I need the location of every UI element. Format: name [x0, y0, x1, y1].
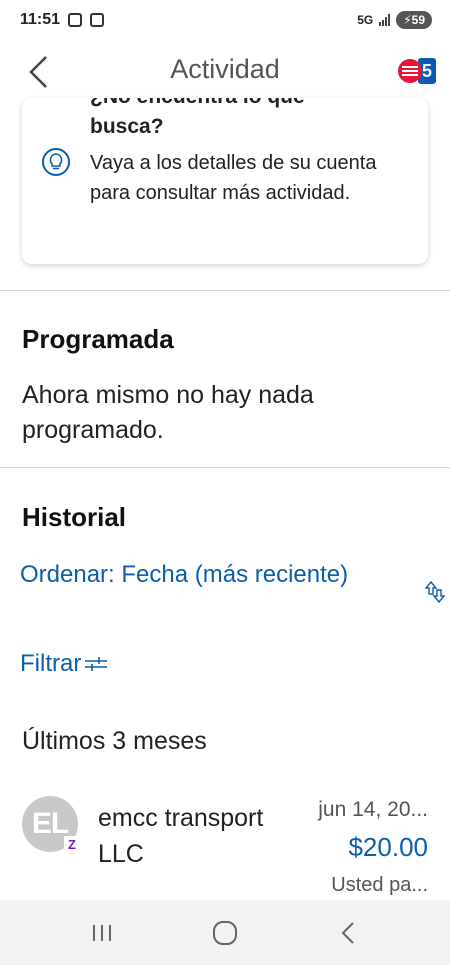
period-label: Últimos 3 meses: [22, 727, 207, 755]
status-time: 11:51: [20, 11, 61, 28]
battery-indicator: ⚡59: [396, 11, 432, 29]
divider: [0, 467, 450, 468]
back-icon: [341, 921, 355, 944]
system-nav-bar: [0, 900, 450, 965]
signal-icon: [379, 14, 391, 26]
network-label: 5G: [357, 13, 374, 27]
filter-icon: [85, 657, 108, 671]
card-title-text: busca?: [90, 115, 164, 138]
scheduled-heading: Programada: [22, 324, 174, 354]
recent-apps-icon: [92, 924, 111, 941]
scheduled-message: Ahora mismo no hay nada programado.: [22, 381, 314, 444]
app-header: Actividad 5: [0, 40, 450, 104]
home-button[interactable]: [195, 908, 255, 958]
logo-icon: [397, 59, 422, 83]
info-card: ¿No encuentra lo que busca? Vaya a los d…: [22, 98, 428, 264]
card-title-cut: ¿No encuentra lo que: [90, 98, 305, 112]
status-right: 5G ⚡59: [357, 11, 432, 29]
home-icon: [212, 920, 237, 945]
battery-level: 59: [411, 13, 425, 27]
page-title: Actividad: [170, 54, 280, 84]
bank-logo[interactable]: 5: [397, 58, 436, 84]
system-back-button[interactable]: [318, 908, 378, 958]
recent-apps-button[interactable]: [72, 908, 132, 958]
card-row: Vaya a los detalles de su cuenta para co…: [42, 148, 410, 208]
notification-icon: [90, 13, 105, 27]
sort-button[interactable]: Ordenar: Fecha (más reciente): [20, 558, 350, 592]
card-title: ¿No encuentra lo que busca?: [90, 98, 305, 142]
divider: [0, 290, 450, 291]
status-bar: 11:51 5G ⚡59: [0, 0, 450, 40]
transaction-status: Usted pa...: [331, 874, 428, 896]
screenshot-icon: [68, 13, 83, 27]
transaction-name: emcc transport LLC: [98, 804, 264, 868]
history-heading: Historial: [22, 502, 127, 532]
lightbulb-icon: [42, 148, 70, 176]
filter-button[interactable]: Filtrar: [20, 650, 109, 678]
sort-arrows-icon[interactable]: [424, 580, 446, 604]
transaction-amount: $20.00: [348, 832, 428, 862]
transaction-date: jun 14, 20...: [318, 798, 428, 821]
transaction-row[interactable]: EL Z emcc transport LLC jun 14, 20... $2…: [0, 790, 450, 900]
zelle-icon: Z: [64, 836, 80, 852]
status-left: 11:51: [20, 11, 105, 29]
filter-label: Filtrar: [20, 650, 82, 677]
card-text: Vaya a los detalles de su cuenta para co…: [90, 152, 377, 204]
